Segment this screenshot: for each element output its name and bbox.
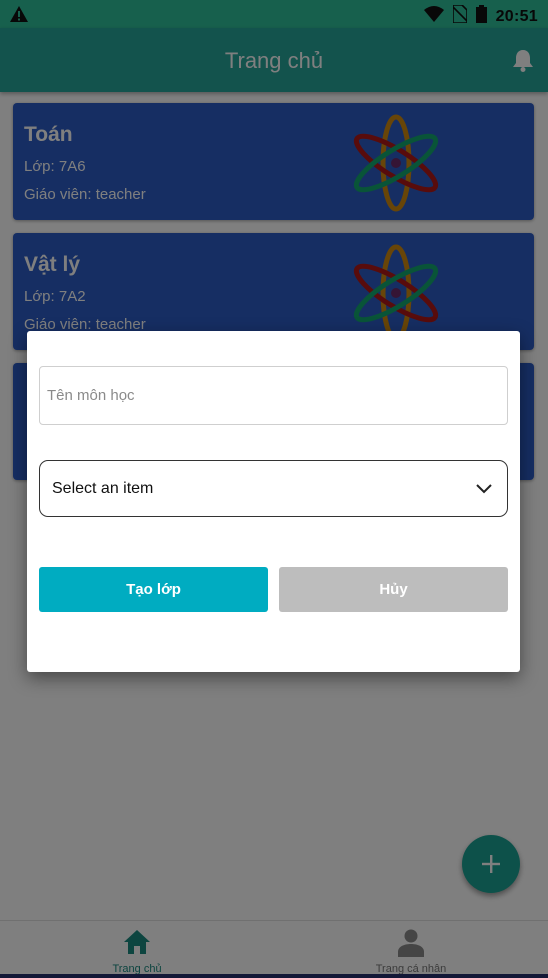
subject-name-input[interactable] xyxy=(39,366,508,425)
cancel-button[interactable]: Hủy xyxy=(279,567,508,612)
class-select[interactable]: Select an item xyxy=(39,460,508,517)
select-value: Select an item xyxy=(52,480,154,497)
create-class-dialog: Select an item Tạo lớp Hủy xyxy=(27,331,520,672)
chevron-down-icon xyxy=(475,482,493,500)
create-class-button[interactable]: Tạo lớp xyxy=(39,567,268,612)
